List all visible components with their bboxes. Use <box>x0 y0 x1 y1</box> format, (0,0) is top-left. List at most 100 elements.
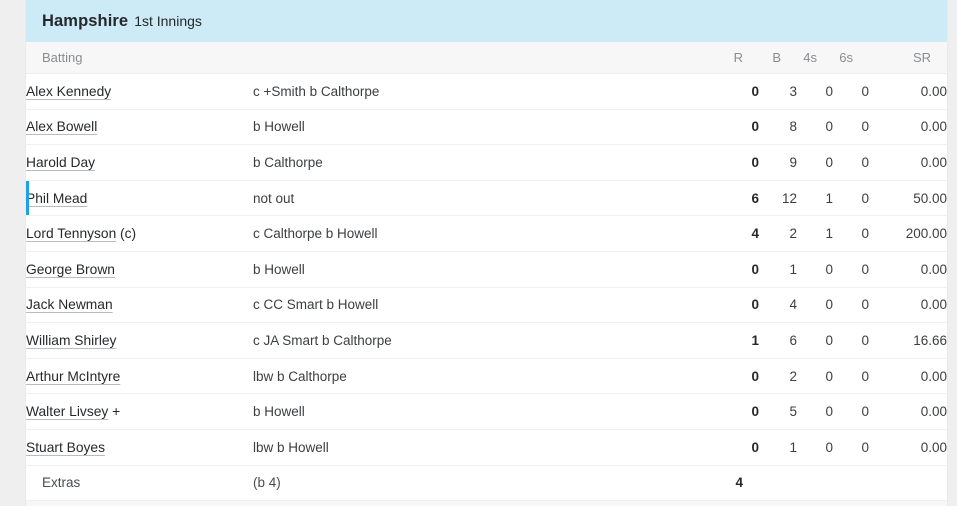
column-header-dismissal <box>253 42 721 74</box>
balls-value: 1 <box>759 251 797 288</box>
sixes-value: 0 <box>833 73 869 110</box>
table-row: William Shirley c JA Smart b Calthorpe 1 6 0… <box>26 322 947 359</box>
empty-cell <box>797 465 833 502</box>
balls-value: 3 <box>759 73 797 110</box>
player-link[interactable]: Alex Bowell <box>26 119 97 134</box>
table-row: Arthur McIntyre lbw b Calthorpe 0 2 0 0 0.00 <box>26 358 947 395</box>
sixes-value: 0 <box>833 393 869 430</box>
innings-team-name: Hampshire <box>42 11 129 30</box>
empty-cell <box>759 465 797 502</box>
sixes-value: 0 <box>833 358 869 395</box>
empty-cell <box>797 500 833 506</box>
player-link[interactable]: Arthur McIntyre <box>26 369 120 384</box>
balls-value: 12 <box>759 180 797 217</box>
player-role-suffix: (c) <box>120 226 137 242</box>
dismissal-description: b Howell <box>253 251 721 288</box>
innings-header: Hampshire 1st Innings <box>26 0 947 42</box>
total-runs: 15 <box>721 500 759 506</box>
fours-value: 0 <box>797 429 833 466</box>
runs-value: 1 <box>721 322 759 359</box>
sixes-value: 0 <box>833 109 869 146</box>
strike-rate-value: 16.66 <box>869 322 947 359</box>
strike-rate-value: 0.00 <box>869 429 947 466</box>
batsman-name-cell: Alex Bowell <box>26 109 253 146</box>
innings-scorecard-card: Hampshire 1st Innings Batting R B 4s 6s … <box>26 0 947 506</box>
batsman-name-cell: Arthur McIntyre <box>26 358 253 395</box>
runs-value: 4 <box>721 215 759 252</box>
player-link[interactable]: Alex Kennedy <box>26 84 111 99</box>
player-link[interactable]: Phil Mead <box>26 191 87 206</box>
empty-cell <box>833 500 869 506</box>
dismissal-description: b Howell <box>253 109 721 146</box>
balls-value: 6 <box>759 322 797 359</box>
dismissal-description: c JA Smart b Calthorpe <box>253 322 721 359</box>
strike-rate-value: 0.00 <box>869 358 947 395</box>
runs-value: 0 <box>721 109 759 146</box>
dismissal-description: c CC Smart b Howell <box>253 287 721 324</box>
player-role-suffix: + <box>112 404 121 420</box>
fours-value: 0 <box>797 358 833 395</box>
table-row: George Brown b Howell 0 1 0 0 0.00 <box>26 251 947 288</box>
strike-rate-value: 200.00 <box>869 215 947 252</box>
page-root: Hampshire 1st Innings Batting R B 4s 6s … <box>0 0 957 506</box>
strike-rate-value: 0.00 <box>869 287 947 324</box>
batsman-name-cell: George Brown <box>26 251 253 288</box>
innings-number-label: 1st Innings <box>134 13 202 29</box>
extras-label: Extras <box>26 465 253 502</box>
batting-rows: Alex Kennedy c +Smith b Calthorpe 0 3 0 0 0.00… <box>26 73 947 506</box>
fours-value: 0 <box>797 287 833 324</box>
dismissal-description: not out <box>253 180 721 217</box>
sixes-value: 0 <box>833 251 869 288</box>
runs-value: 0 <box>721 144 759 181</box>
balls-value: 2 <box>759 358 797 395</box>
table-row: Lord Tennyson (c) c Calthorpe b Howell 4 2 1… <box>26 215 947 252</box>
fours-value: 0 <box>797 322 833 359</box>
dismissal-description: lbw b Calthorpe <box>253 358 721 395</box>
player-link[interactable]: Harold Day <box>26 155 95 170</box>
extras-row: Extras (b 4) 4 <box>26 465 947 502</box>
sixes-value: 0 <box>833 322 869 359</box>
fours-value: 0 <box>797 251 833 288</box>
runs-value: 0 <box>721 358 759 395</box>
sixes-value: 0 <box>833 429 869 466</box>
player-link[interactable]: Walter Livsey <box>26 404 108 419</box>
runs-value: 0 <box>721 393 759 430</box>
batsman-name-cell: Phil Mead <box>26 180 253 217</box>
dismissal-description: c Calthorpe b Howell <box>253 215 721 252</box>
batsman-name-cell: Lord Tennyson (c) <box>26 215 253 252</box>
runs-value: 6 <box>721 180 759 217</box>
strike-rate-value: 0.00 <box>869 144 947 181</box>
player-link[interactable]: Stuart Boyes <box>26 440 105 455</box>
table-row: Alex Bowell b Howell 0 8 0 0 0.00 <box>26 109 947 146</box>
column-header-sixes: 6s <box>833 42 869 74</box>
table-row: Walter Livsey + b Howell 0 5 0 0 0.00 <box>26 393 947 430</box>
strike-rate-value: 0.00 <box>869 109 947 146</box>
total-label: Total <box>26 500 253 506</box>
column-header-fours: 4s <box>797 42 833 74</box>
column-header-balls: B <box>759 42 797 74</box>
empty-cell <box>759 500 797 506</box>
balls-value: 8 <box>759 109 797 146</box>
total-detail: 8.5 Ov (RR: 1.69, 40 Mins) <box>253 500 721 506</box>
strike-rate-value: 50.00 <box>869 180 947 217</box>
player-link[interactable]: Lord Tennyson <box>26 226 116 241</box>
fours-value: 0 <box>797 73 833 110</box>
dismissal-description: lbw b Howell <box>253 429 721 466</box>
table-header-row: Batting R B 4s 6s SR <box>26 42 947 74</box>
balls-value: 2 <box>759 215 797 252</box>
table-row: Harold Day b Calthorpe 0 9 0 0 0.00 <box>26 144 947 181</box>
batting-scorecard-table: Batting R B 4s 6s SR Alex Kennedy c +Smit… <box>26 42 947 506</box>
fours-value: 1 <box>797 215 833 252</box>
player-link[interactable]: William Shirley <box>26 333 116 348</box>
batsman-name-cell: Stuart Boyes <box>26 429 253 466</box>
empty-cell <box>869 500 947 506</box>
runs-value: 0 <box>721 73 759 110</box>
player-link[interactable]: Jack Newman <box>26 297 113 312</box>
dismissal-description: b Calthorpe <box>253 144 721 181</box>
player-link[interactable]: George Brown <box>26 262 115 277</box>
sixes-value: 0 <box>833 215 869 252</box>
batsman-name-cell: Alex Kennedy <box>26 73 253 110</box>
batsman-name-cell: Walter Livsey + <box>26 393 253 430</box>
table-row: Jack Newman c CC Smart b Howell 0 4 0 0 0.00 <box>26 287 947 324</box>
empty-cell <box>833 465 869 502</box>
